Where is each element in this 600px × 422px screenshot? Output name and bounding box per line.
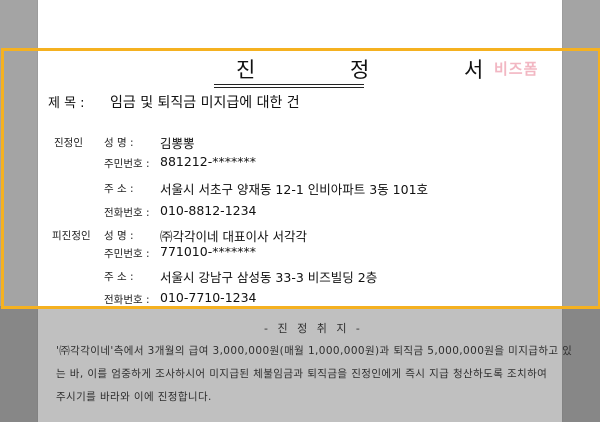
selection-highlight-box[interactable] [1, 48, 600, 309]
dimmed-overlay [0, 306, 600, 422]
screen: 진 정 서 비즈폼 제 목 : 임금 및 퇴직금 미지급에 대한 건 진정인 성… [0, 0, 600, 422]
